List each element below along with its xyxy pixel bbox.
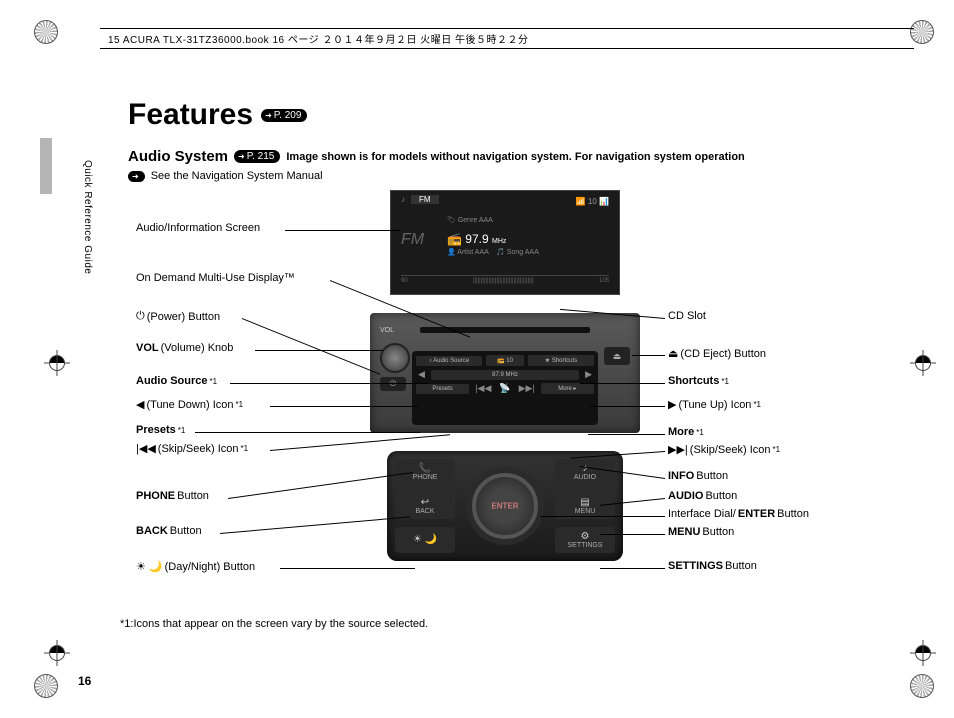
presets-button[interactable]: Presets bbox=[416, 384, 469, 394]
callout: Audio Source*1 bbox=[136, 375, 356, 387]
page-number: 16 bbox=[78, 674, 91, 688]
freq-display: 87.9 MHz bbox=[431, 370, 579, 380]
callout: CD Slot bbox=[668, 310, 878, 322]
side-tab bbox=[40, 138, 52, 194]
callout: ▶ (Tune Up) Icon*1 bbox=[668, 398, 878, 411]
page-ref-badge: P. 209 bbox=[261, 109, 307, 122]
enter-button[interactable]: ENTER bbox=[491, 502, 518, 511]
diagram: ♪FM 📶 10 📊 FM 🏷 Genre AAA 📻 97.9 MHz 👤 A… bbox=[120, 190, 890, 620]
day-night-button[interactable]: ☀ 🌙 bbox=[395, 527, 455, 553]
callout: |◀◀ (Skip/Seek) Icon*1 bbox=[136, 442, 356, 455]
skip-next-icon: ▶▶| bbox=[668, 443, 688, 456]
title-text: Features bbox=[128, 98, 253, 132]
power-icon: ⏻ bbox=[136, 310, 145, 323]
subtitle: Audio System P. 215 Image shown is for m… bbox=[128, 148, 745, 165]
settings-button[interactable]: ⚙SETTINGS bbox=[555, 527, 615, 553]
footnote: *1:Icons that appear on the screen vary … bbox=[120, 618, 428, 630]
doc-header: 15 ACURA TLX-31TZ36000.book 16 ページ ２０１４年… bbox=[100, 28, 914, 49]
see-also: See the Navigation System Manual bbox=[128, 170, 323, 182]
page-title: Features P. 209 bbox=[128, 98, 307, 132]
audio-button[interactable]: ♪AUDIO bbox=[555, 459, 615, 485]
preset-badge[interactable]: 📻 10 bbox=[486, 355, 524, 366]
interface-dial[interactable]: ENTER bbox=[472, 473, 538, 539]
tune-down-icon[interactable]: ◀ bbox=[416, 369, 427, 380]
callout: AUDIO Button bbox=[668, 490, 878, 502]
section-label: Quick Reference Guide bbox=[82, 160, 93, 274]
register-mark bbox=[44, 640, 70, 666]
day-night-icon: ☀ 🌙 bbox=[136, 560, 163, 573]
subtitle-text: Audio System bbox=[128, 148, 228, 165]
phone-button[interactable]: 📞PHONE bbox=[395, 459, 455, 485]
callout: Shortcuts*1 bbox=[668, 375, 878, 387]
callout: More*1 bbox=[668, 426, 878, 438]
info-screen: ♪FM 📶 10 📊 FM 🏷 Genre AAA 📻 97.9 MHz 👤 A… bbox=[390, 190, 620, 295]
skip-prev-icon[interactable]: |◀◀ bbox=[473, 383, 493, 394]
shortcuts-button[interactable]: ★ Shortcuts bbox=[528, 355, 594, 366]
callout: Interface Dial/ENTER Button bbox=[668, 508, 878, 520]
vol-label: VOL bbox=[380, 327, 394, 334]
register-mark bbox=[910, 640, 936, 666]
scan-icon[interactable]: 📡 bbox=[497, 383, 512, 394]
tune-up-icon: ▶ bbox=[668, 398, 676, 411]
tune-down-icon: ◀ bbox=[136, 398, 144, 411]
subtitle-note: Image shown is for models without naviga… bbox=[286, 151, 744, 163]
page-ref-badge: P. 215 bbox=[234, 150, 280, 163]
callout: MENU Button bbox=[668, 526, 878, 538]
volume-knob[interactable] bbox=[380, 343, 410, 373]
callout: Presets*1 bbox=[136, 424, 356, 436]
callout: VOL (Volume) Knob bbox=[136, 342, 356, 354]
callout: ◀ (Tune Down) Icon*1 bbox=[136, 398, 356, 411]
power-button[interactable]: ⏻ bbox=[380, 377, 406, 391]
print-mark bbox=[32, 672, 60, 700]
multi-use-display: ♪ Audio Source 📻 10 ★ Shortcuts ◀ 87.9 M… bbox=[412, 351, 598, 425]
audio-source-button[interactable]: ♪ Audio Source bbox=[416, 356, 482, 366]
arrow-icon bbox=[128, 171, 145, 182]
callout: ⏏ (CD Eject) Button bbox=[668, 347, 878, 360]
tune-up-icon[interactable]: ▶ bbox=[583, 369, 594, 380]
eject-icon: ⏏ bbox=[668, 347, 678, 360]
callout: INFO Button bbox=[668, 470, 878, 482]
console: VOL ⏻ ⏏ ♪ Audio Source 📻 10 ★ Shortcuts … bbox=[370, 313, 640, 433]
more-button[interactable]: More ▸ bbox=[541, 383, 594, 394]
skip-prev-icon: |◀◀ bbox=[136, 442, 156, 455]
callout: ☀ 🌙 (Day/Night) Button bbox=[136, 560, 356, 573]
callout: ⏻ (Power) Button bbox=[136, 310, 356, 323]
register-mark bbox=[44, 350, 70, 376]
print-mark bbox=[32, 18, 60, 46]
register-mark bbox=[910, 350, 936, 376]
callout: Audio/Information Screen bbox=[136, 222, 356, 234]
callout: ▶▶| (Skip/Seek) Icon*1 bbox=[668, 443, 878, 456]
center-unit: ♪FM 📶 10 📊 FM 🏷 Genre AAA 📻 97.9 MHz 👤 A… bbox=[370, 190, 640, 590]
print-mark bbox=[908, 672, 936, 700]
eject-button[interactable]: ⏏ bbox=[604, 347, 630, 365]
skip-next-icon[interactable]: ▶▶| bbox=[517, 383, 537, 394]
callout: On Demand Multi-Use Display™ bbox=[136, 272, 356, 284]
back-button[interactable]: ↩BACK bbox=[395, 493, 455, 519]
callout: SETTINGS Button bbox=[668, 560, 878, 572]
